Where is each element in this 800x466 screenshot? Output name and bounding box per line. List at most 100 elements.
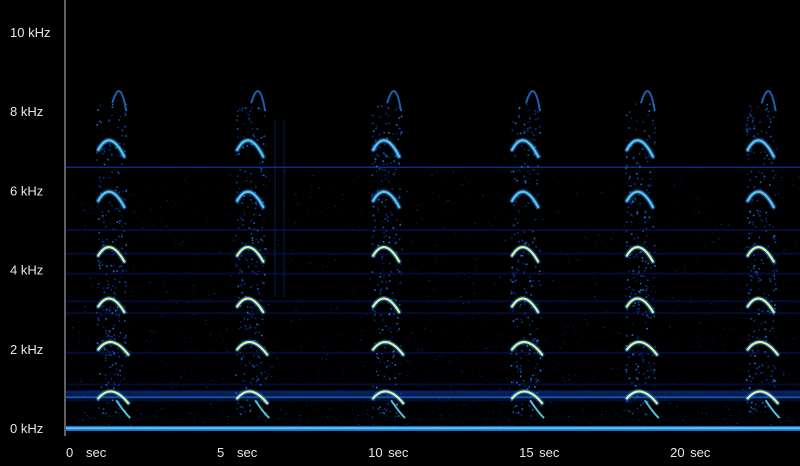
noise-dot (91, 309, 93, 311)
call-speckle (392, 356, 394, 359)
noise-dot (363, 401, 366, 403)
call-speckle (382, 319, 384, 321)
noise-dot (541, 198, 544, 200)
noise-dot (232, 422, 235, 424)
noise-dot (203, 421, 205, 423)
noise-dot (236, 358, 239, 360)
noise-dot (459, 324, 462, 326)
call-speckle (98, 407, 100, 409)
call-speckle (383, 131, 385, 134)
noise-dot (392, 414, 395, 416)
call-speckle (394, 389, 397, 392)
call-speckle (530, 415, 533, 417)
call-speckle (125, 190, 128, 192)
noise-dot (718, 261, 720, 263)
noise-dot (461, 184, 464, 186)
noise-dot (662, 424, 664, 426)
call-speckle (636, 273, 638, 275)
noise-dot (354, 417, 356, 419)
noise-dot (181, 244, 183, 246)
call-speckle (389, 327, 391, 329)
call-speckle (765, 217, 767, 220)
noise-dot (251, 277, 253, 279)
call-speckle (762, 220, 764, 222)
noise-dot (324, 406, 327, 408)
call-speckle (113, 387, 115, 390)
noise-dot (363, 365, 365, 367)
noise-dot (170, 386, 173, 388)
call-speckle (112, 265, 115, 267)
noise-dot (735, 233, 738, 235)
noise-dot (212, 357, 214, 359)
noise-dot (151, 237, 153, 239)
call-speckle (379, 290, 382, 292)
noise-dot (720, 224, 722, 225)
noise-dot (229, 174, 232, 176)
call-speckle (535, 118, 537, 121)
call-speckle (775, 269, 777, 271)
call-speckle (109, 144, 111, 147)
call-speckle (629, 257, 631, 259)
noise-dot (190, 285, 193, 287)
noise-dot (204, 424, 206, 426)
noise-dot (415, 341, 418, 343)
call-speckle (118, 210, 121, 212)
call-speckle (753, 408, 756, 410)
noise-dot (560, 250, 562, 252)
call-speckle (747, 158, 750, 161)
call-speckle (251, 239, 254, 241)
noise-dot (428, 368, 431, 370)
call-speckle (654, 265, 656, 267)
call-speckle (254, 327, 257, 329)
noise-dot (740, 402, 743, 404)
noise-dot (738, 422, 741, 424)
call-speckle (774, 367, 777, 369)
noise-dot (658, 181, 661, 182)
call-speckle (750, 318, 752, 320)
noise-dot (687, 377, 689, 379)
noise-dot (574, 407, 577, 409)
noise-dot (434, 374, 436, 376)
noise-dot (163, 283, 166, 285)
noise-dot (739, 246, 741, 248)
call-speckle (123, 337, 125, 339)
call-speckle (774, 174, 777, 176)
call-speckle (375, 153, 378, 156)
noise-dot (798, 336, 800, 338)
noise-dot (506, 377, 509, 379)
call-speckle (373, 230, 375, 232)
noise-dot (547, 365, 549, 367)
noise-dot (178, 326, 181, 328)
noise-dot (83, 227, 86, 229)
noise-dot (601, 398, 603, 400)
call-speckle (116, 221, 119, 223)
noise-dot (83, 424, 86, 426)
call-speckle (390, 307, 392, 310)
noise-dot (318, 381, 321, 382)
call-speckle (241, 109, 243, 112)
call-speckle (761, 364, 764, 367)
noise-dot (668, 244, 670, 245)
noise-dot (725, 374, 727, 376)
noise-dot (326, 354, 328, 356)
call-speckle (388, 122, 390, 125)
noise-dot (591, 372, 593, 374)
noise-dot (334, 261, 337, 263)
noise-dot (365, 413, 368, 415)
call-speckle (104, 377, 107, 380)
noise-dot (726, 194, 728, 196)
call-speckle (125, 334, 127, 337)
noise-dot (474, 258, 477, 260)
noise-dot (716, 334, 718, 335)
call-speckle (387, 216, 389, 219)
call-speckle (242, 224, 245, 226)
noise-dot (288, 262, 290, 264)
noise-dot (360, 316, 363, 318)
noise-dot (648, 189, 650, 191)
noise-band (66, 229, 800, 231)
noise-dot (297, 298, 299, 300)
call-speckle (532, 409, 534, 411)
call-speckle (111, 153, 113, 155)
call-speckle (98, 261, 101, 264)
call-speckle (534, 110, 537, 112)
